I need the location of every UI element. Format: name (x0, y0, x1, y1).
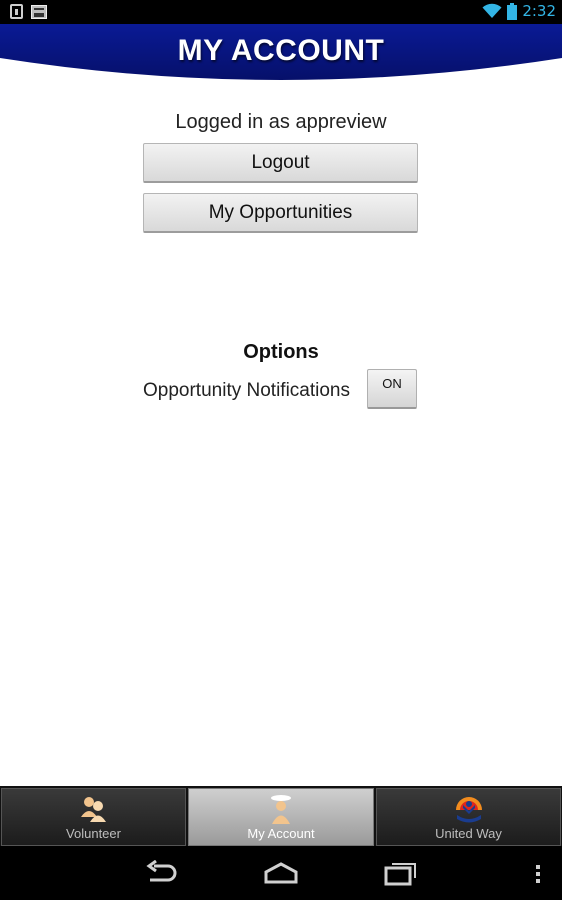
logged-in-status: Logged in as appreview (175, 111, 387, 133)
notifications-toggle[interactable]: ON (367, 369, 417, 409)
app-header: MY ACCOUNT (0, 24, 562, 84)
news-icon (31, 4, 47, 19)
tab-label: Volunteer (66, 826, 121, 841)
download-icon (10, 4, 23, 19)
account-person-icon (271, 795, 291, 824)
tab-volunteer[interactable]: Volunteer (1, 788, 186, 846)
tab-label: United Way (435, 826, 502, 841)
status-bar: 2:32 (0, 0, 562, 24)
logout-button[interactable]: Logout (143, 143, 418, 183)
page-title: MY ACCOUNT (177, 34, 385, 67)
home-icon[interactable] (263, 860, 299, 886)
wifi-icon (482, 3, 502, 18)
battery-icon (507, 2, 518, 20)
notifications-label: Opportunity Notifications (143, 380, 350, 401)
bottom-tab-bar: Volunteer My Account United Way (0, 786, 562, 846)
tab-my-account[interactable]: My Account (188, 788, 374, 846)
recents-icon[interactable] (384, 860, 418, 886)
united-way-logo-icon (455, 797, 482, 823)
system-icons: 2:32 (482, 2, 556, 20)
clock: 2:32 (522, 2, 556, 20)
notification-icons (10, 4, 47, 19)
system-nav-bar (0, 846, 562, 900)
my-opportunities-button[interactable]: My Opportunities (143, 193, 418, 233)
tab-label: My Account (247, 826, 315, 841)
menu-icon[interactable] (533, 860, 543, 886)
volunteers-icon (80, 797, 106, 822)
options-heading: Options (243, 341, 319, 363)
back-icon[interactable] (146, 860, 178, 886)
tab-united-way[interactable]: United Way (376, 788, 561, 846)
